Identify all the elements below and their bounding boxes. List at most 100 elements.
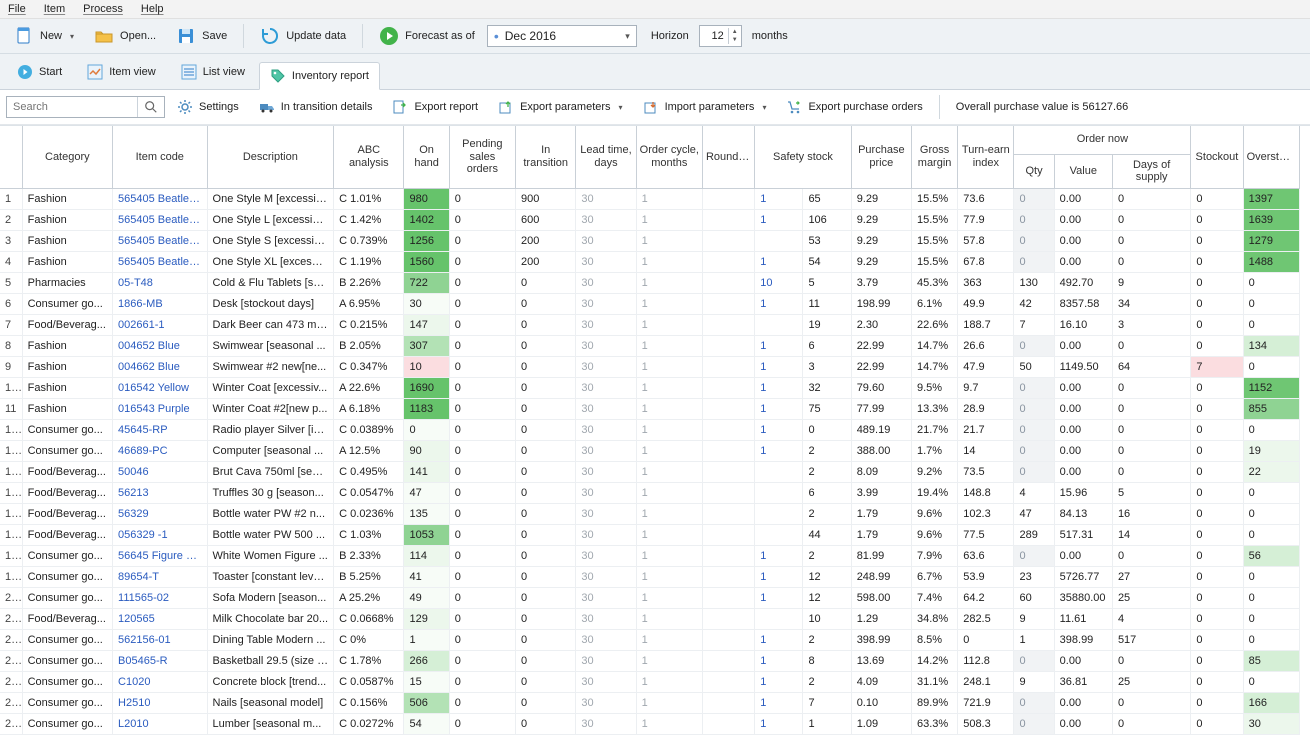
cell-pso[interactable]: 0 [449,440,515,461]
cell-pso[interactable]: 0 [449,209,515,230]
table-row[interactable]: 15Food/Beverag...56213Truffles 30 g [sea… [0,482,1300,503]
cell-turnearn[interactable]: 148.8 [958,482,1014,503]
table-row[interactable]: 8Fashion004652 BlueSwimwear [seasonal ..… [0,335,1300,356]
cell-itemcode[interactable]: 56645 Figure S... [113,545,207,566]
cell-rounding[interactable] [702,188,754,209]
spin-down-icon[interactable]: ▼ [729,36,741,44]
cell-onhand[interactable]: 114 [404,545,449,566]
cell-turnearn[interactable]: 14 [958,440,1014,461]
cell-description[interactable]: Sofa Modern [season... [207,587,334,608]
cell-pso[interactable]: 0 [449,650,515,671]
cell-category[interactable]: Food/Beverag... [22,503,112,524]
cell-pso[interactable]: 0 [449,356,515,377]
cell-pso[interactable]: 0 [449,566,515,587]
cell-category[interactable]: Consumer go... [22,629,112,650]
cell-dos[interactable]: 25 [1112,587,1190,608]
cell-stockout[interactable]: 0 [1191,398,1243,419]
cell-pso[interactable]: 0 [449,713,515,734]
tab-inventory-report[interactable]: Inventory report [259,62,380,90]
cell-price[interactable]: 9.29 [851,251,911,272]
cell-intransition[interactable]: 0 [516,608,576,629]
cell-rownum[interactable]: 11 [0,398,22,419]
cell-intransition[interactable]: 200 [516,230,576,251]
table-row[interactable]: 14Food/Beverag...50046Brut Cava 750ml [s… [0,461,1300,482]
cell-abc[interactable]: C 0.0236% [334,503,404,524]
cell-intransition[interactable]: 0 [516,503,576,524]
cell-intransition[interactable]: 0 [516,419,576,440]
cell-qty[interactable]: 0 [1014,440,1054,461]
cell-dos[interactable]: 0 [1112,188,1190,209]
cell-stockout[interactable]: 0 [1191,293,1243,314]
cell-safety-b[interactable]: 54 [803,251,851,272]
cell-leadtime[interactable]: 30 [576,314,636,335]
cell-stockout[interactable]: 0 [1191,440,1243,461]
cell-value[interactable]: 398.99 [1054,629,1112,650]
cell-itemcode[interactable]: 05-T48 [113,272,207,293]
cell-abc[interactable]: C 0.0272% [334,713,404,734]
cell-pso[interactable]: 0 [449,545,515,566]
cell-rownum[interactable]: 3 [0,230,22,251]
cell-turnearn[interactable]: 73.5 [958,461,1014,482]
cell-ordercycle[interactable]: 1 [636,713,702,734]
cell-onhand[interactable]: 15 [404,671,449,692]
cell-price[interactable]: 388.00 [851,440,911,461]
cell-safety-b[interactable]: 6 [803,335,851,356]
cell-margin[interactable]: 15.5% [911,251,957,272]
cell-qty[interactable]: 130 [1014,272,1054,293]
cell-onhand[interactable]: 141 [404,461,449,482]
cell-rownum[interactable]: 20 [0,587,22,608]
cell-ordercycle[interactable]: 1 [636,335,702,356]
cell-rounding[interactable] [702,524,754,545]
cell-value[interactable]: 0.00 [1054,545,1112,566]
cell-safety-b[interactable]: 10 [803,608,851,629]
cell-rownum[interactable]: 23 [0,650,22,671]
cell-qty[interactable]: 289 [1014,524,1054,545]
cell-pso[interactable]: 0 [449,251,515,272]
cell-onhand[interactable]: 722 [404,272,449,293]
cell-qty[interactable]: 0 [1014,650,1054,671]
cell-description[interactable]: Bottle water PW 500 ... [207,524,334,545]
cell-description[interactable]: Swimwear [seasonal ... [207,335,334,356]
cell-category[interactable]: Consumer go... [22,293,112,314]
cell-abc[interactable]: C 1.01% [334,188,404,209]
cell-value[interactable]: 35880.00 [1054,587,1112,608]
cell-rounding[interactable] [702,314,754,335]
cell-price[interactable]: 598.00 [851,587,911,608]
cell-stockout[interactable]: 0 [1191,314,1243,335]
cell-dos[interactable]: 0 [1112,440,1190,461]
cell-turnearn[interactable]: 77.9 [958,209,1014,230]
cell-safety-b[interactable]: 32 [803,377,851,398]
cell-category[interactable]: Consumer go... [22,419,112,440]
cell-description[interactable]: One Style S [excessive... [207,230,334,251]
cell-abc[interactable]: A 12.5% [334,440,404,461]
cell-ordercycle[interactable]: 1 [636,503,702,524]
cell-ordercycle[interactable]: 1 [636,419,702,440]
cell-intransition[interactable]: 0 [516,482,576,503]
cell-qty[interactable]: 0 [1014,461,1054,482]
cell-price[interactable]: 398.99 [851,629,911,650]
cell-safety-a[interactable]: 1 [755,566,803,587]
cell-leadtime[interactable]: 30 [576,398,636,419]
cell-dos[interactable]: 34 [1112,293,1190,314]
cell-itemcode[interactable]: 56329 [113,503,207,524]
cell-description[interactable]: Computer [seasonal ... [207,440,334,461]
cell-safety-b[interactable]: 2 [803,440,851,461]
cell-stockout[interactable]: 7 [1191,356,1243,377]
import-params-button[interactable]: Import parameters ▾ [635,96,775,118]
cell-rounding[interactable] [702,209,754,230]
cell-description[interactable]: Concrete block [trend... [207,671,334,692]
cell-price[interactable]: 13.69 [851,650,911,671]
cell-overstock[interactable]: 0 [1243,293,1299,314]
cell-onhand[interactable]: 1053 [404,524,449,545]
cell-leadtime[interactable]: 30 [576,335,636,356]
cell-ordercycle[interactable]: 1 [636,209,702,230]
cell-stockout[interactable]: 0 [1191,377,1243,398]
cell-ordercycle[interactable]: 1 [636,398,702,419]
menu-file[interactable]: File [8,3,26,15]
cell-abc[interactable]: A 6.18% [334,398,404,419]
cell-rownum[interactable]: 14 [0,461,22,482]
cell-stockout[interactable]: 0 [1191,608,1243,629]
hdr-description[interactable]: Description [207,126,334,188]
grid-header[interactable]: Category Item code Description ABC analy… [0,126,1300,188]
cell-value[interactable]: 8357.58 [1054,293,1112,314]
